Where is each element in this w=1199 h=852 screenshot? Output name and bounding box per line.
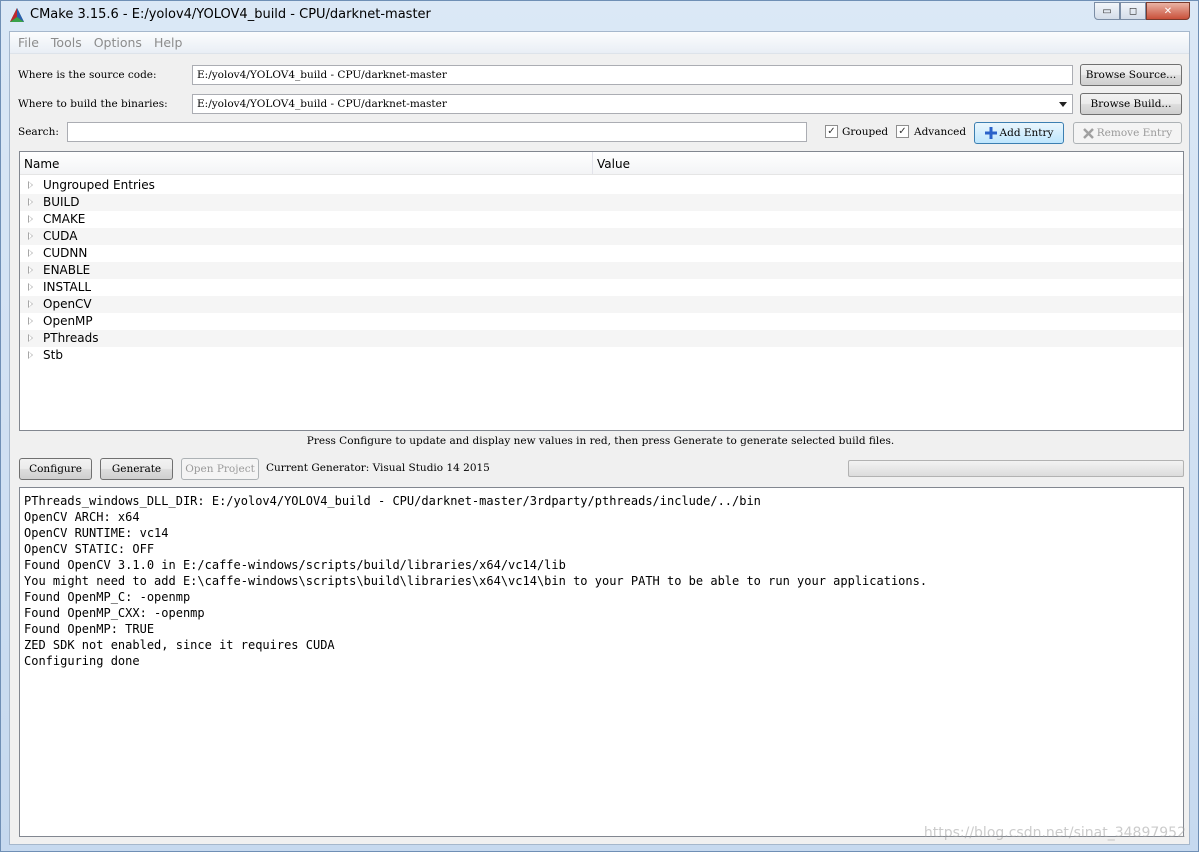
expand-arrow-icon[interactable] [28,317,33,325]
tree-row-openmp[interactable]: OpenMP [20,313,1183,330]
log-line: PThreads_windows_DLL_DIR: E:/yolov4/YOLO… [24,494,761,508]
log-line: Found OpenCV 3.1.0 in E:/caffe-windows/s… [24,558,566,572]
cmake-logo-icon [10,8,24,22]
browse-build-button[interactable]: Browse Build... [1080,93,1182,115]
source-label: Where is the source code: [18,69,157,81]
close-button[interactable]: ✕ [1146,2,1190,20]
tree-row-label: BUILD [43,195,80,209]
tree-row-install[interactable]: INSTALL [20,279,1183,296]
maximize-icon: ◻ [1128,5,1138,17]
log-line: Found OpenMP: TRUE [24,622,155,636]
expand-arrow-icon[interactable] [28,351,33,359]
menu-file[interactable]: File [14,32,47,53]
tree-row-label: INSTALL [43,280,92,294]
log-line: Configuring done [24,654,140,668]
tree-row-label: ENABLE [43,263,91,277]
log-line: Found OpenMP_C: -openmp [24,590,191,604]
log-line: OpenCV RUNTIME: vc14 [24,526,169,540]
source-path-input[interactable]: E:/yolov4/YOLOV4_build - CPU/darknet-mas… [192,65,1073,85]
column-divider[interactable] [592,152,593,174]
browse-source-button[interactable]: Browse Source... [1080,64,1182,86]
cmake-window: CMake 3.15.6 - E:/yolov4/YOLOV4_build - … [0,0,1199,852]
minimize-icon: ▭ [1102,5,1112,17]
expand-arrow-icon[interactable] [28,232,33,240]
grouped-checkbox[interactable]: ✓ [825,125,838,138]
log-line: OpenCV ARCH: x64 [24,510,140,524]
advanced-label: Advanced [914,126,967,138]
checkmark-icon: ✓ [827,125,836,137]
window-controls: ▭ ◻ ✕ [1094,2,1190,20]
build-path-value: E:/yolov4/YOLOV4_build - CPU/darknet-mas… [197,98,447,110]
menu-tools[interactable]: Tools [47,32,90,53]
configure-button[interactable]: Configure [19,458,92,480]
generate-button[interactable]: Generate [100,458,173,480]
cache-entries-tree[interactable]: Name Value Ungrouped Entries BUILD CMAKE… [19,151,1184,431]
expand-arrow-icon[interactable] [28,266,33,274]
menu-options[interactable]: Options [90,32,150,53]
log-line: You might need to add E:\caffe-windows\s… [24,574,928,588]
maximize-button[interactable]: ◻ [1120,2,1146,20]
plus-icon [984,127,997,139]
chevron-down-icon[interactable] [1059,102,1067,107]
tree-row-label: Stb [43,348,63,362]
watermark-text: https://blog.csdn.net/sinat_34897952 [923,825,1186,841]
search-label: Search: [18,126,59,138]
current-generator-text: Current Generator: Visual Studio 14 2015 [266,462,490,474]
menu-bar: File Tools Options Help [10,32,1189,54]
tree-row-enable[interactable]: ENABLE [20,262,1183,279]
client-area: File Tools Options Help Where is the sou… [9,31,1190,845]
column-header-name[interactable]: Name [24,157,59,171]
tree-row-cudnn[interactable]: CUDNN [20,245,1183,262]
progress-bar [848,460,1184,477]
tree-row-opencv[interactable]: OpenCV [20,296,1183,313]
expand-arrow-icon[interactable] [28,249,33,257]
expand-arrow-icon[interactable] [28,334,33,342]
log-line: ZED SDK not enabled, since it requires C… [24,638,335,652]
expand-arrow-icon[interactable] [28,283,33,291]
remove-entry-label: Remove Entry [1096,127,1173,139]
tree-row-label: CUDA [43,229,78,243]
tree-header: Name Value [20,152,1183,175]
tree-row-stb[interactable]: Stb [20,347,1183,364]
tree-row-build[interactable]: BUILD [20,194,1183,211]
window-title: CMake 3.15.6 - E:/yolov4/YOLOV4_build - … [30,7,431,22]
tree-row-label: OpenMP [43,314,93,328]
add-entry-button[interactable]: Add Entry [974,122,1064,144]
build-label: Where to build the binaries: [18,98,168,110]
checkmark-icon: ✓ [898,125,907,137]
log-line: OpenCV STATIC: OFF [24,542,155,556]
advanced-checkbox[interactable]: ✓ [896,125,909,138]
tree-row-ungrouped-entries[interactable]: Ungrouped Entries [20,177,1183,194]
title-bar[interactable]: CMake 3.15.6 - E:/yolov4/YOLOV4_build - … [1,1,1198,29]
tree-row-pthreads[interactable]: PThreads [20,330,1183,347]
configure-hint-text: Press Configure to update and display ne… [306,435,895,447]
log-line: Found OpenMP_CXX: -openmp [24,606,205,620]
tree-row-label: PThreads [43,331,99,345]
expand-arrow-icon[interactable] [28,198,33,206]
search-input[interactable] [67,122,807,142]
remove-icon [1082,127,1094,139]
grouped-label: Grouped [842,126,889,138]
tree-row-label: CUDNN [43,246,88,260]
add-entry-label: Add Entry [999,127,1054,139]
remove-entry-button[interactable]: Remove Entry [1073,122,1182,144]
menu-help[interactable]: Help [150,32,191,53]
output-log[interactable]: PThreads_windows_DLL_DIR: E:/yolov4/YOLO… [19,487,1184,837]
column-header-value[interactable]: Value [597,157,630,171]
expand-arrow-icon[interactable] [28,181,33,189]
close-icon: ✕ [1163,5,1173,17]
minimize-button[interactable]: ▭ [1094,2,1120,20]
tree-row-label: CMAKE [43,212,86,226]
expand-arrow-icon[interactable] [28,215,33,223]
tree-row-cmake[interactable]: CMAKE [20,211,1183,228]
tree-row-cuda[interactable]: CUDA [20,228,1183,245]
tree-row-label: OpenCV [43,297,92,311]
open-project-button[interactable]: Open Project [181,458,259,480]
expand-arrow-icon[interactable] [28,300,33,308]
tree-row-label: Ungrouped Entries [43,178,155,192]
build-path-combobox[interactable]: E:/yolov4/YOLOV4_build - CPU/darknet-mas… [192,94,1073,114]
